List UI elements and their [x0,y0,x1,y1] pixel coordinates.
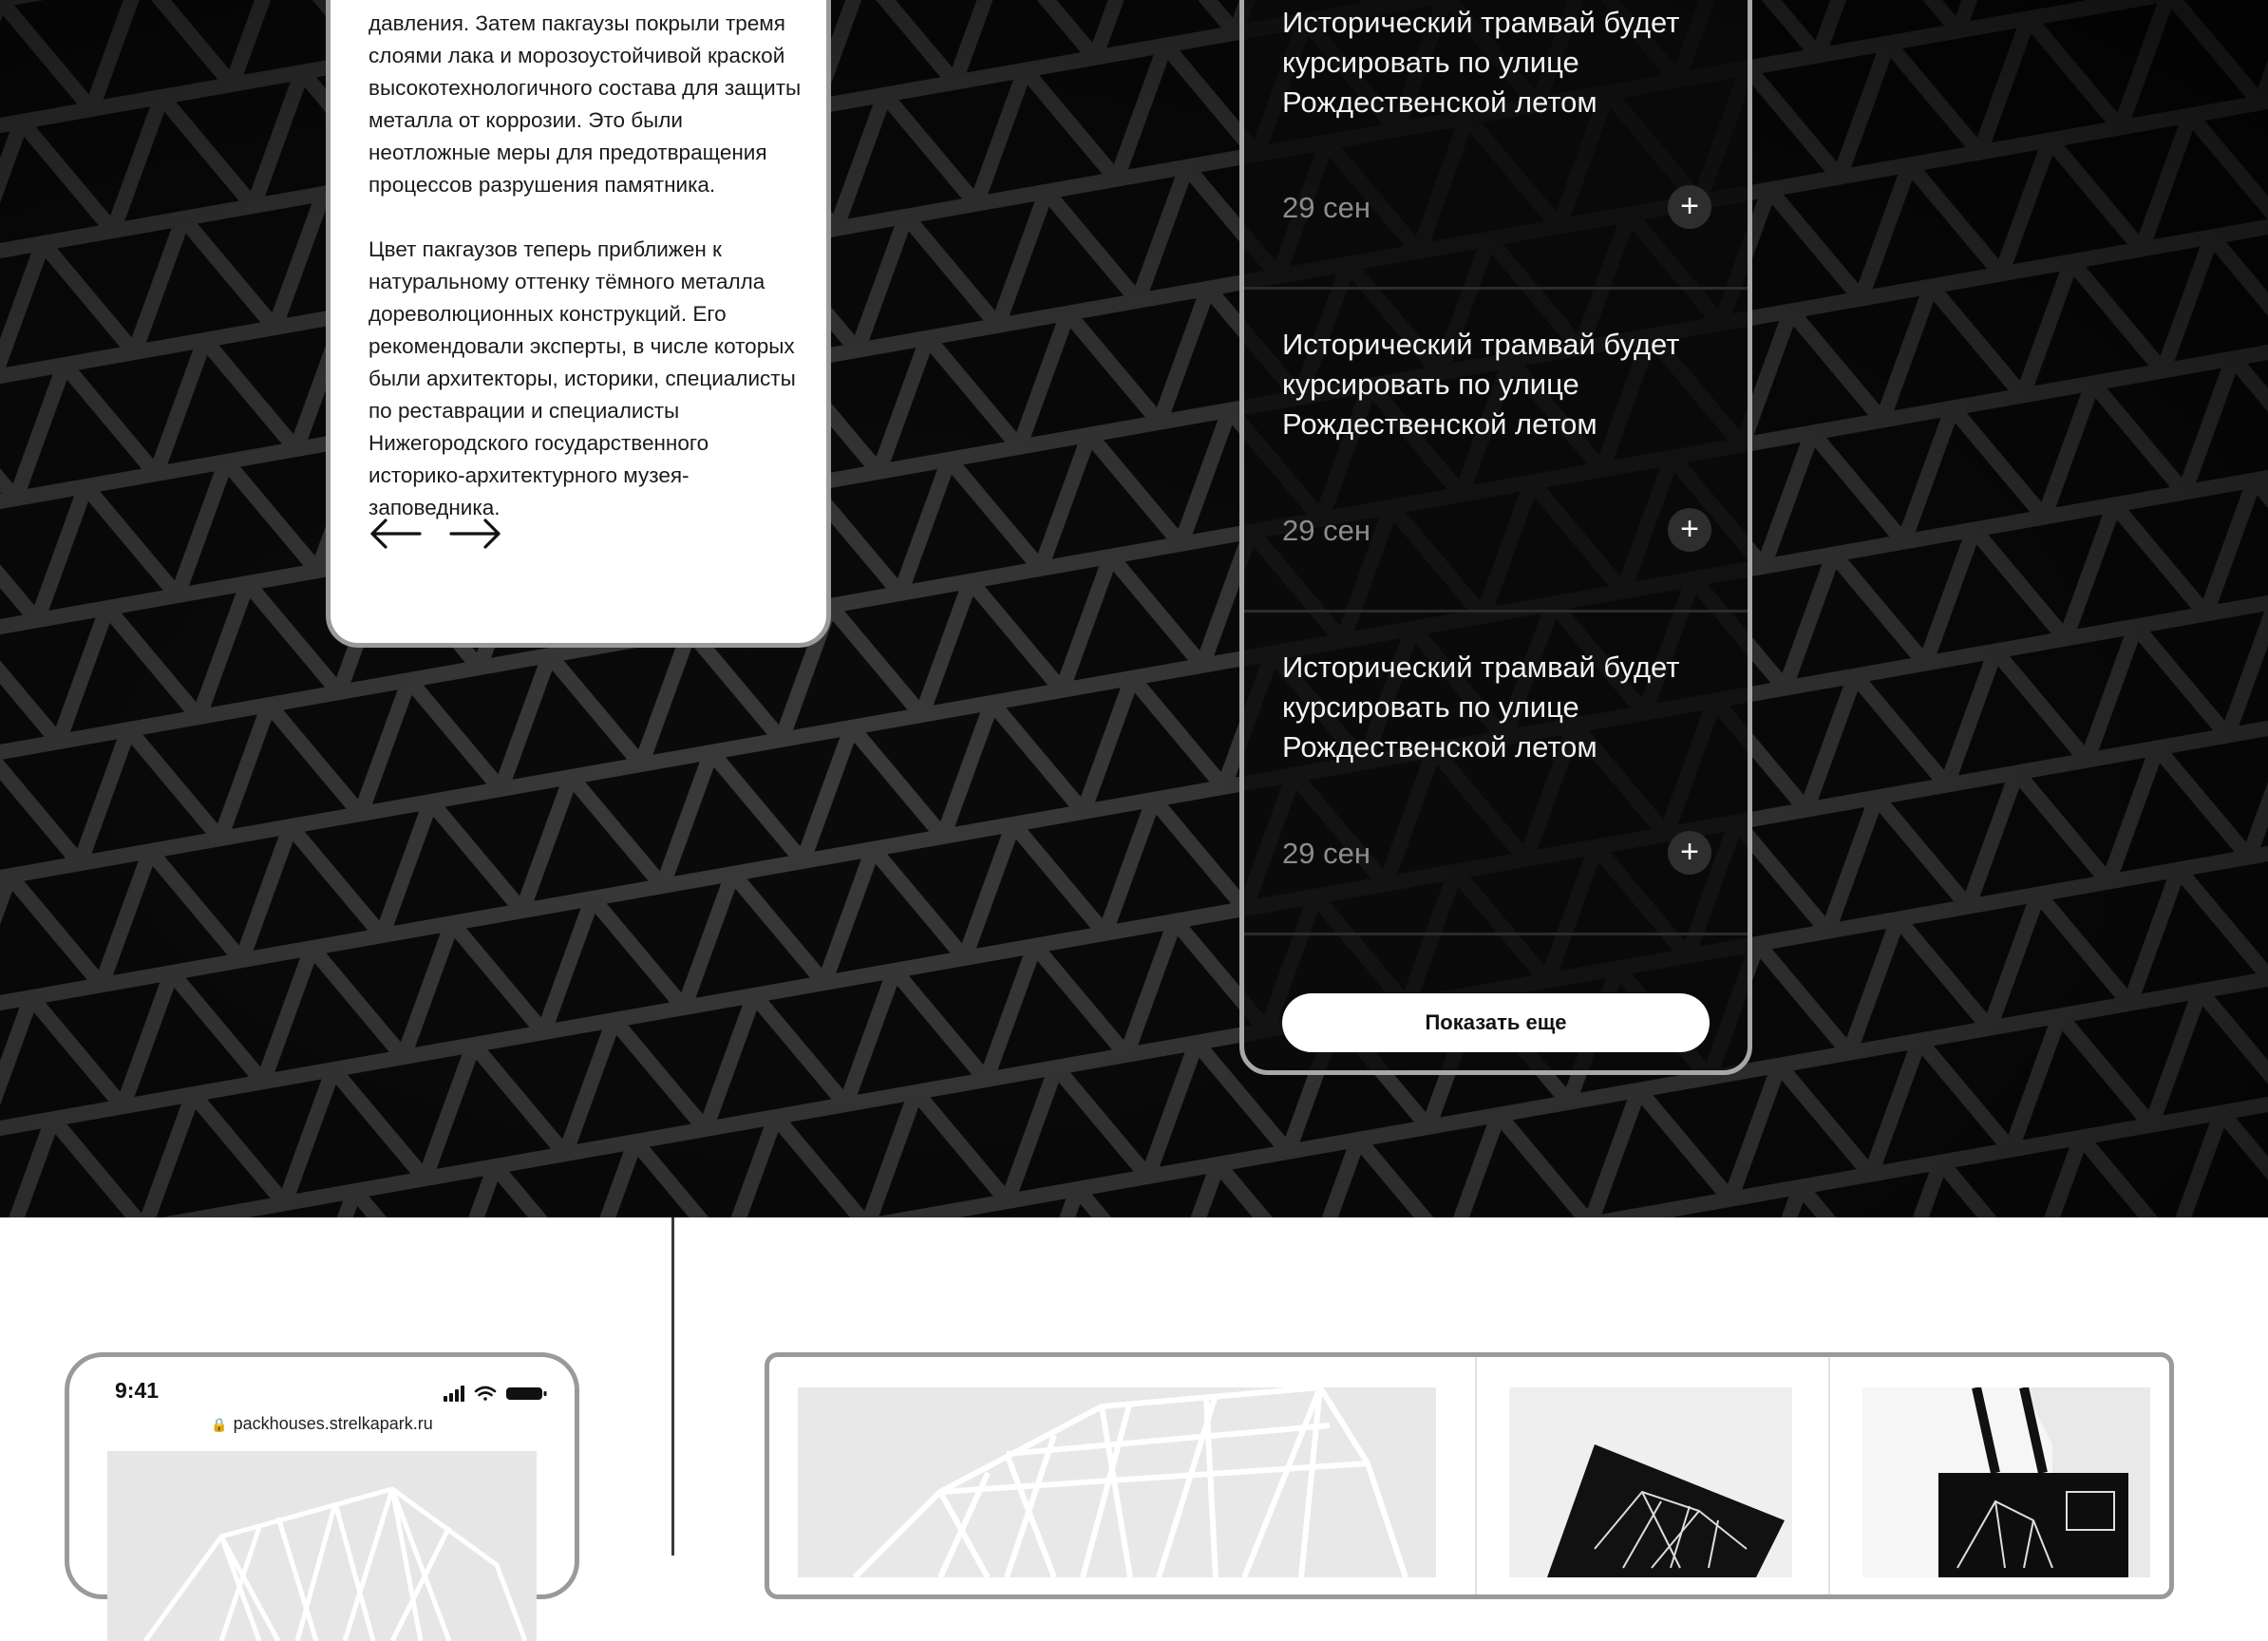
news-title: Исторический трамвай будет курсировать п… [1282,6,1680,119]
news-item[interactable]: Исторический трамвай будет курсировать п… [1244,613,1748,935]
section-divider [671,1217,674,1556]
arrow-left-icon[interactable] [369,515,422,553]
poster-product-image[interactable] [1509,1387,1792,1577]
news-item[interactable]: Исторический трамвай будет курсировать п… [1244,0,1748,290]
address-bar[interactable]: 🔒 packhouses.strelkapark.ru [69,1414,575,1434]
battery-icon [506,1387,547,1400]
expand-plus-icon[interactable]: + [1668,508,1711,552]
signal-icon [444,1386,464,1402]
news-title: Исторический трамвай будет курсировать п… [1282,651,1680,764]
article-paragraph: давления. Затем пакгаузы покрыли тремя с… [369,11,802,197]
show-more-button[interactable]: Показать еще [1282,993,1710,1052]
hero-section: давления. Затем пакгаузы покрыли тремя с… [0,0,2268,1217]
column-divider [1475,1357,1477,1594]
packhouse-structure-image[interactable] [798,1387,1436,1577]
tote-bag-product-image[interactable] [1862,1387,2150,1577]
packhouse-illustration [107,1451,537,1641]
url-text: packhouses.strelkapark.ru [233,1414,433,1433]
expand-plus-icon[interactable]: + [1668,831,1711,875]
lock-icon: 🔒 [211,1417,228,1432]
news-list-card: Исторический трамвай будет курсировать п… [1239,0,1752,1075]
column-divider [1828,1357,1830,1594]
news-title: Исторический трамвай будет курсировать п… [1282,328,1680,441]
news-date: 29 сен [1282,514,1370,547]
status-bar-icons [444,1386,547,1402]
news-date: 29 сен [1282,837,1370,870]
article-paragraph: Цвет пакгаузов теперь приближен к натура… [369,237,796,519]
article-text-card: давления. Затем пакгаузы покрыли тремя с… [326,0,831,648]
merch-showcase-frame [765,1352,2174,1599]
news-date: 29 сен [1282,191,1370,224]
news-item[interactable]: Исторический трамвай будет курсировать п… [1244,290,1748,613]
wifi-icon [474,1386,497,1401]
status-time: 9:41 [115,1378,160,1403]
arrow-right-icon[interactable] [449,515,502,553]
mobile-phone-mockup: 9:41 🔒 packhouses.strelkapark.ru [65,1352,579,1641]
expand-plus-icon[interactable]: + [1668,185,1711,229]
